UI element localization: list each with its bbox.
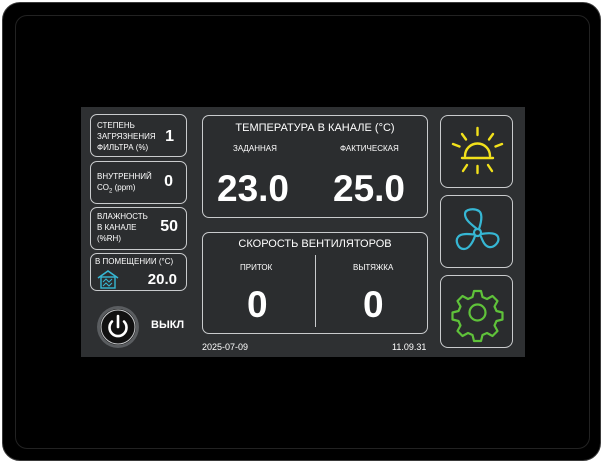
fan-speed-panel: СКОРОСТЬ ВЕНТИЛЯТОРОВ ПРИТОК ВЫТЯЖКА 0 0 (202, 232, 428, 334)
filter-label-2: ЗАГРЯЗНЕНИЯ (97, 132, 156, 141)
settings-button[interactable] (440, 275, 513, 348)
fan-panel-divider (315, 255, 316, 327)
co2-label-1: ВНУТРЕННИЙ (97, 172, 152, 181)
actual-temperature-label: ФАКТИЧЕСКАЯ (340, 144, 399, 153)
humidity-label-2: В КАНАЛЕ (97, 223, 137, 232)
co2-card: ВНУТРЕННИЙ CO2 (ppm) 0 (90, 161, 187, 204)
house-icon (97, 269, 119, 289)
filter-label-3: ФИЛЬТРА (%) (97, 143, 149, 152)
exhaust-fan-value[interactable]: 0 (363, 284, 384, 326)
co2-label-unit: (ppm) (114, 183, 136, 192)
supply-fan-value[interactable]: 0 (247, 284, 268, 326)
set-temperature-label: ЗАДАННАЯ (233, 144, 277, 153)
power-button[interactable] (96, 305, 140, 349)
supply-fan-label: ПРИТОК (240, 263, 273, 272)
humidity-label-1: ВЛАЖНОСТЬ (97, 212, 148, 221)
humidity-label-3: (%RH) (97, 234, 121, 243)
fan-button[interactable] (440, 195, 513, 268)
co2-label-co: CO (97, 183, 109, 192)
exhaust-fan-label: ВЫТЯЖКА (353, 263, 394, 272)
date-display: 2025-07-09 (202, 342, 249, 352)
filter-label-1: СТЕПЕНЬ (97, 121, 135, 130)
set-temperature-value[interactable]: 23.0 (217, 168, 289, 210)
room-temperature-label: В ПОМЕЩЕНИИ (°C) (95, 257, 174, 266)
time-display: 11.09.31 (392, 342, 427, 352)
mode-button[interactable] (440, 115, 513, 188)
co2-label-subscript: 2 (109, 188, 113, 195)
actual-temperature-value: 25.0 (333, 168, 406, 209)
filter-card: СТЕПЕНЬ ЗАГРЯЗНЕНИЯ ФИЛЬТРА (%) 1 (90, 114, 187, 157)
duct-temperature-title: ТЕМПЕРАТУРА В КАНАЛЕ (°C) (235, 122, 395, 134)
room-temperature-value: 20.0 (147, 271, 177, 288)
humidity-card: ВЛАЖНОСТЬ В КАНАЛЕ (%RH) 50 (90, 207, 187, 250)
power-icon (96, 305, 140, 354)
duct-temperature-panel: ТЕМПЕРАТУРА В КАНАЛЕ (°C) ЗАДАННАЯ ФАКТИ… (202, 115, 428, 218)
filter-value: 1 (165, 128, 174, 145)
fan-speed-title: СКОРОСТЬ ВЕНТИЛЯТОРОВ (238, 238, 392, 250)
room-temperature-card: В ПОМЕЩЕНИИ (°C) 20.0 (90, 253, 187, 291)
power-status-label: ВЫКЛ (151, 319, 185, 331)
co2-label-2: CO2 (ppm) (97, 183, 135, 197)
display-screen: СТЕПЕНЬ ЗАГРЯЗНЕНИЯ ФИЛЬТРА (%) 1 ВНУТРЕ… (81, 107, 525, 357)
humidity-value: 50 (160, 218, 178, 235)
co2-value: 0 (164, 173, 173, 190)
